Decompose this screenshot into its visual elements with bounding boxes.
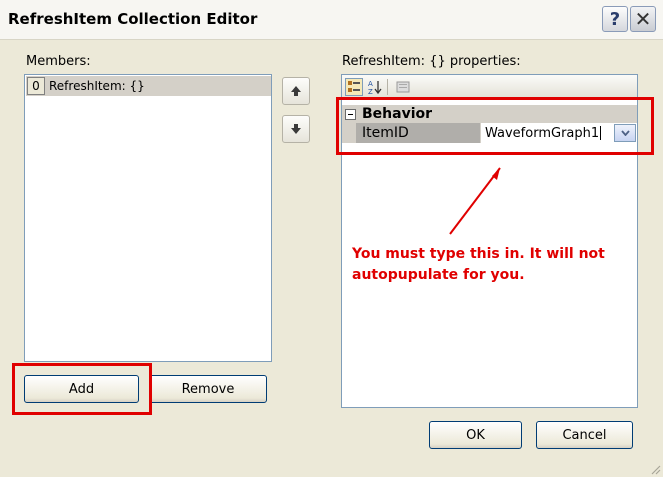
properties-label: RefreshItem: {} properties: <box>342 54 521 69</box>
svg-text:Z: Z <box>368 88 373 95</box>
title-bar: RefreshItem Collection Editor ? ✕ <box>0 0 663 40</box>
arrow-down-icon <box>291 124 301 134</box>
property-grid[interactable]: A Z Behavior ItemID WaveformGraph1 <box>341 74 638 408</box>
annotation-arrow-icon <box>449 167 501 235</box>
chevron-down-icon <box>620 130 630 136</box>
itemid-value-field[interactable]: WaveformGraph1 <box>480 123 637 143</box>
svg-text:A: A <box>368 80 373 88</box>
text-caret <box>600 126 602 140</box>
annotation-text: You must type this in. It will not autop… <box>352 246 605 283</box>
close-button[interactable]: ✕ <box>630 6 656 32</box>
list-item-index: 0 <box>27 77 45 95</box>
members-label: Members: <box>26 54 91 69</box>
window-title: RefreshItem Collection Editor <box>8 10 258 28</box>
move-down-button[interactable] <box>282 115 310 143</box>
category-behavior[interactable]: Behavior <box>342 105 637 123</box>
resize-grip-icon[interactable] <box>649 463 661 475</box>
property-toolbar: A Z <box>342 75 637 99</box>
alphabetical-view-icon[interactable]: A Z <box>366 78 384 96</box>
property-value-text: WaveformGraph1 <box>485 125 600 141</box>
add-button[interactable]: Add <box>24 375 139 403</box>
toolbar-separator <box>387 79 388 95</box>
property-name: ItemID <box>356 123 480 143</box>
move-up-button[interactable] <box>282 77 310 105</box>
property-row-itemid[interactable]: ItemID WaveformGraph1 <box>342 123 637 143</box>
property-margin <box>342 123 356 143</box>
arrow-up-icon <box>291 86 301 96</box>
collapse-icon[interactable] <box>345 108 356 120</box>
list-item[interactable]: 0 RefreshItem: {} <box>26 76 271 96</box>
category-label: Behavior <box>362 106 433 122</box>
members-list[interactable]: 0 RefreshItem: {} <box>24 74 272 362</box>
remove-button[interactable]: Remove <box>149 375 267 403</box>
list-item-label: RefreshItem: {} <box>49 79 145 93</box>
help-button[interactable]: ? <box>602 6 628 32</box>
categorized-view-icon[interactable] <box>345 78 363 96</box>
cancel-button[interactable]: Cancel <box>536 421 633 449</box>
dropdown-button[interactable] <box>614 124 636 142</box>
ok-button[interactable]: OK <box>429 421 522 449</box>
property-pages-icon[interactable] <box>394 78 412 96</box>
